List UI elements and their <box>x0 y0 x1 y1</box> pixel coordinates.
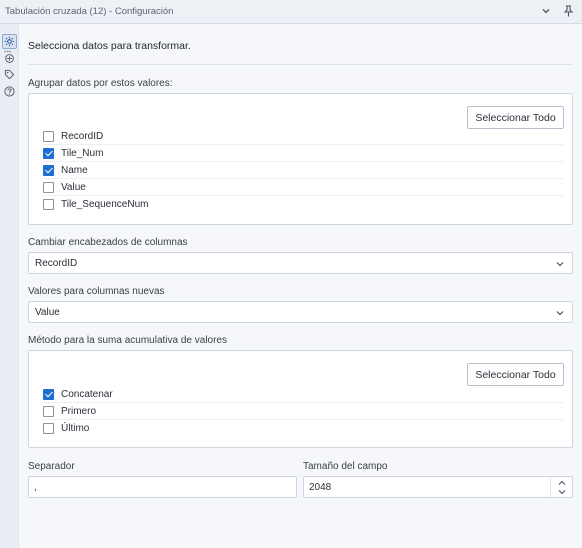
separator-label: Separador <box>28 461 75 472</box>
method-label: Último <box>61 423 90 434</box>
titlebar-controls <box>540 5 574 17</box>
tool-icon[interactable] <box>2 51 17 66</box>
new-values-dropdown[interactable]: Value <box>28 301 573 323</box>
chevron-down-icon[interactable] <box>540 5 552 17</box>
method-row[interactable]: Último <box>43 420 563 437</box>
select-all-button[interactable]: Seleccionar Todo <box>467 106 564 129</box>
field-row[interactable]: Tile_SequenceNum <box>43 196 563 213</box>
select-all-button[interactable]: Seleccionar Todo <box>467 363 564 386</box>
intro-text: Selecciona datos para transformar. <box>28 40 191 52</box>
field-checkbox[interactable] <box>43 181 54 193</box>
left-toolbar: ••• <box>0 24 19 548</box>
group-by-label: Agrupar datos por estos valores: <box>28 78 173 89</box>
field-row[interactable]: RecordID <box>43 128 563 145</box>
configuration-panel: Selecciona datos para transformar. Agrup… <box>19 24 582 548</box>
pin-icon[interactable] <box>562 5 574 17</box>
window-title: Tabulación cruzada (12) - Configuración <box>5 6 174 17</box>
method-row[interactable]: Primero <box>43 403 563 420</box>
chevron-down-icon[interactable] <box>557 487 567 496</box>
aggregation-label: Método para la suma acumulativa de valor… <box>28 335 227 346</box>
field-size-label: Tamaño del campo <box>303 461 388 472</box>
window-titlebar: Tabulación cruzada (12) - Configuración <box>0 0 582 24</box>
change-headers-dropdown[interactable]: RecordID <box>28 252 573 274</box>
field-row[interactable]: Value <box>43 179 563 196</box>
field-size-stepper[interactable]: 2048 <box>303 476 573 498</box>
method-label: Primero <box>61 405 97 417</box>
field-checkbox[interactable] <box>43 130 54 142</box>
chevron-down-icon <box>555 308 565 318</box>
new-values-value: Value <box>35 306 60 318</box>
field-size-spinner[interactable] <box>550 477 572 497</box>
field-label: RecordID <box>61 130 104 142</box>
change-headers-label: Cambiar encabezados de columnas <box>28 237 188 248</box>
method-checkbox[interactable] <box>43 388 54 400</box>
tag-icon[interactable] <box>2 67 17 82</box>
group-by-panel: Seleccionar Todo RecordID Tile_Num Name … <box>28 93 573 225</box>
separator-input[interactable]: , <box>28 476 297 498</box>
field-checkbox[interactable] <box>43 164 54 176</box>
field-size-value: 2048 <box>309 481 332 493</box>
method-checkbox[interactable] <box>43 405 54 417</box>
chevron-up-icon[interactable] <box>557 478 567 487</box>
method-checkbox[interactable] <box>43 423 54 434</box>
field-label: Tile_Num <box>61 147 104 159</box>
aggregation-panel: Seleccionar Todo Concatenar Primero Últi… <box>28 350 573 448</box>
new-values-label: Valores para columnas nuevas <box>28 286 165 297</box>
field-label: Tile_SequenceNum <box>61 199 149 210</box>
field-row[interactable]: Name <box>43 162 563 179</box>
gear-icon[interactable] <box>2 34 17 49</box>
field-checkbox[interactable] <box>43 147 54 159</box>
field-label: Name <box>61 164 88 176</box>
chevron-down-icon <box>555 259 565 269</box>
divider <box>28 64 573 65</box>
change-headers-value: RecordID <box>35 257 78 269</box>
help-icon[interactable] <box>2 84 17 99</box>
field-row[interactable]: Tile_Num <box>43 145 563 162</box>
field-checkbox[interactable] <box>43 199 54 210</box>
method-label: Concatenar <box>61 388 113 400</box>
method-row[interactable]: Concatenar <box>43 386 563 403</box>
field-label: Value <box>61 181 86 193</box>
